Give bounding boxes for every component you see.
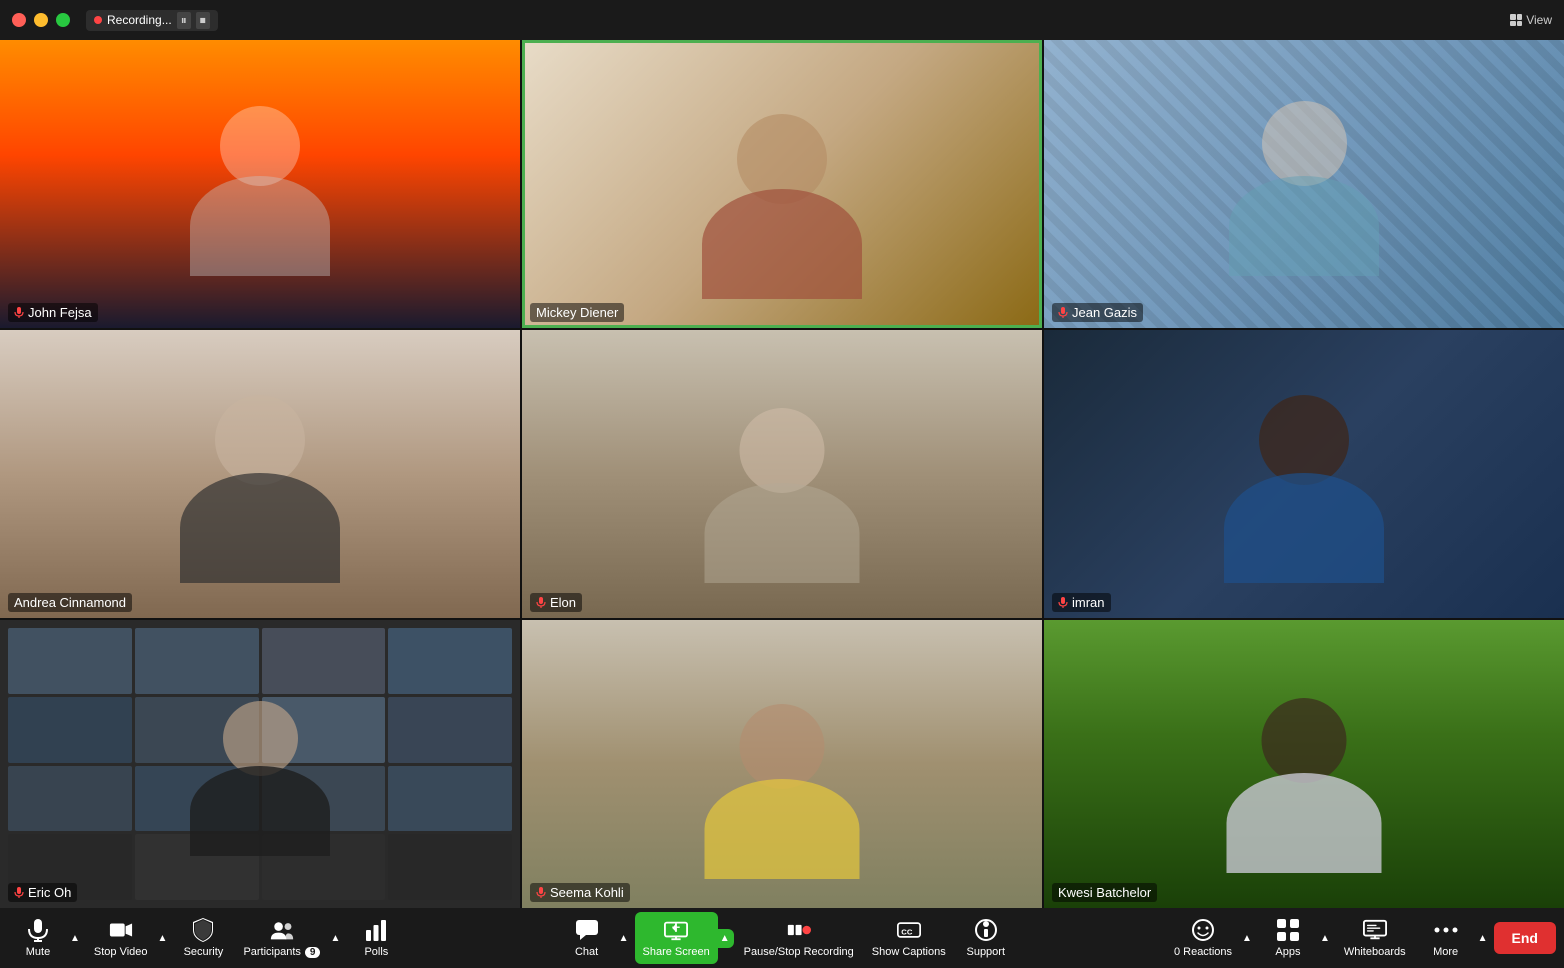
participant-name-andrea: Andrea Cinnamond [8, 593, 132, 612]
end-button[interactable]: End [1494, 922, 1556, 954]
participant-name-jean-gazis: Jean Gazis [1052, 303, 1143, 322]
participants-icon [270, 918, 294, 942]
more-caret[interactable]: ▲ [1474, 929, 1492, 948]
pause-recording-icon [787, 918, 811, 942]
recording-badge: Recording... ⏸ ⏹ [86, 10, 218, 31]
muted-mic-icon-eric [14, 887, 24, 899]
pause-recording-button[interactable]: Pause/Stop Recording [736, 912, 862, 964]
show-captions-label: Show Captions [872, 946, 946, 958]
polls-icon [364, 918, 388, 942]
topbar-left: Recording... ⏸ ⏹ [12, 10, 218, 31]
traffic-light-red[interactable] [12, 13, 26, 27]
polls-button[interactable]: Polls [346, 912, 406, 964]
participant-cell-imran: imran [1044, 330, 1564, 618]
recording-stop-button[interactable]: ⏹ [196, 12, 210, 29]
participant-cell-seema: Seema Kohli [522, 620, 1042, 908]
pause-recording-label: Pause/Stop Recording [744, 946, 854, 958]
traffic-light-yellow[interactable] [34, 13, 48, 27]
show-captions-button[interactable]: CC Show Captions [864, 912, 954, 964]
participant-cell-kwesi: Kwesi Batchelor [1044, 620, 1564, 908]
stop-video-caret[interactable]: ▲ [154, 929, 172, 948]
apps-icon [1276, 918, 1300, 942]
reactions-label: 0 Reactions [1174, 946, 1232, 958]
participant-cell-john-fejsa: John Fejsa [0, 40, 520, 328]
support-icon [974, 918, 998, 942]
more-button[interactable]: More [1416, 912, 1476, 964]
security-label: Security [184, 946, 224, 958]
share-screen-caret[interactable]: ▲ [716, 929, 734, 948]
participant-name-kwesi: Kwesi Batchelor [1052, 883, 1157, 902]
participants-count: 9 [305, 947, 321, 958]
participant-name-elon: Elon [530, 593, 582, 612]
muted-mic-icon [14, 307, 24, 319]
participant-name-eric-oh: Eric Oh [8, 883, 77, 902]
whiteboards-button[interactable]: Whiteboards [1336, 912, 1414, 964]
participant-cell-eric-oh: Eric Oh [0, 620, 520, 908]
security-button[interactable]: Security [173, 912, 233, 964]
mute-label: Mute [26, 946, 50, 958]
participants-label: Participants [243, 946, 300, 958]
participant-cell-jean-gazis: Jean Gazis [1044, 40, 1564, 328]
more-label: More [1433, 946, 1458, 958]
topbar-right: View [1510, 13, 1552, 27]
participant-name-john-fejsa: John Fejsa [8, 303, 98, 322]
more-icon [1434, 918, 1458, 942]
reactions-caret[interactable]: ▲ [1238, 929, 1256, 948]
microphone-icon [26, 918, 50, 942]
view-button[interactable]: View [1510, 13, 1552, 27]
traffic-light-green[interactable] [56, 13, 70, 27]
muted-mic-icon-jean [1058, 307, 1068, 319]
support-label: Support [966, 946, 1005, 958]
apps-caret[interactable]: ▲ [1316, 929, 1334, 948]
chat-icon [575, 918, 599, 942]
whiteboards-label: Whiteboards [1344, 946, 1406, 958]
toolbar: Mute ▲ Stop Video ▲ Security [0, 908, 1564, 968]
reactions-icon [1191, 918, 1215, 942]
muted-mic-icon-seema [536, 887, 546, 899]
stop-video-label: Stop Video [94, 946, 148, 958]
video-icon [109, 918, 133, 942]
mute-button[interactable]: Mute [8, 912, 68, 964]
stop-video-button[interactable]: Stop Video [86, 912, 156, 964]
participant-name-mickey-diener: Mickey Diener [530, 303, 624, 322]
security-icon [191, 918, 215, 942]
captions-icon: CC [897, 918, 921, 942]
mute-caret[interactable]: ▲ [66, 929, 84, 948]
participant-cell-andrea: Andrea Cinnamond [0, 330, 520, 618]
recording-text: Recording... [107, 13, 172, 27]
svg-text:CC: CC [901, 927, 913, 936]
video-grid: John Fejsa Mickey Diener Jean Gazis [0, 40, 1564, 908]
toolbar-center-group: Chat ▲ Share Screen ▲ [557, 912, 1016, 964]
support-button[interactable]: Support [956, 912, 1016, 964]
participant-cell-mickey-diener: Mickey Diener [522, 40, 1042, 328]
grid-view-icon [1510, 14, 1522, 26]
muted-mic-icon-imran [1058, 597, 1068, 609]
participant-name-imran: imran [1052, 593, 1111, 612]
polls-label: Polls [364, 946, 388, 958]
apps-button[interactable]: Apps [1258, 912, 1318, 964]
view-label: View [1526, 13, 1552, 27]
whiteboards-icon [1363, 918, 1387, 942]
reactions-button[interactable]: 0 Reactions [1166, 912, 1240, 964]
share-screen-label: Share Screen [643, 946, 710, 958]
chat-button[interactable]: Chat [557, 912, 617, 964]
topbar: Recording... ⏸ ⏹ View [0, 0, 1564, 40]
share-screen-button[interactable]: Share Screen [635, 912, 718, 964]
chat-label: Chat [575, 946, 598, 958]
toolbar-left-group: Mute ▲ Stop Video ▲ Security [8, 912, 406, 964]
participant-cell-elon: Elon [522, 330, 1042, 618]
participant-name-seema: Seema Kohli [530, 883, 630, 902]
share-screen-icon [664, 918, 688, 942]
participants-button[interactable]: Participants 9 [235, 912, 328, 964]
chat-caret[interactable]: ▲ [615, 929, 633, 948]
muted-mic-icon-elon [536, 597, 546, 609]
participants-caret[interactable]: ▲ [326, 929, 344, 948]
toolbar-right-group: 0 Reactions ▲ Apps ▲ [1166, 912, 1556, 964]
apps-label: Apps [1275, 946, 1300, 958]
recording-dot [94, 16, 102, 24]
recording-pause-button[interactable]: ⏸ [177, 12, 191, 29]
